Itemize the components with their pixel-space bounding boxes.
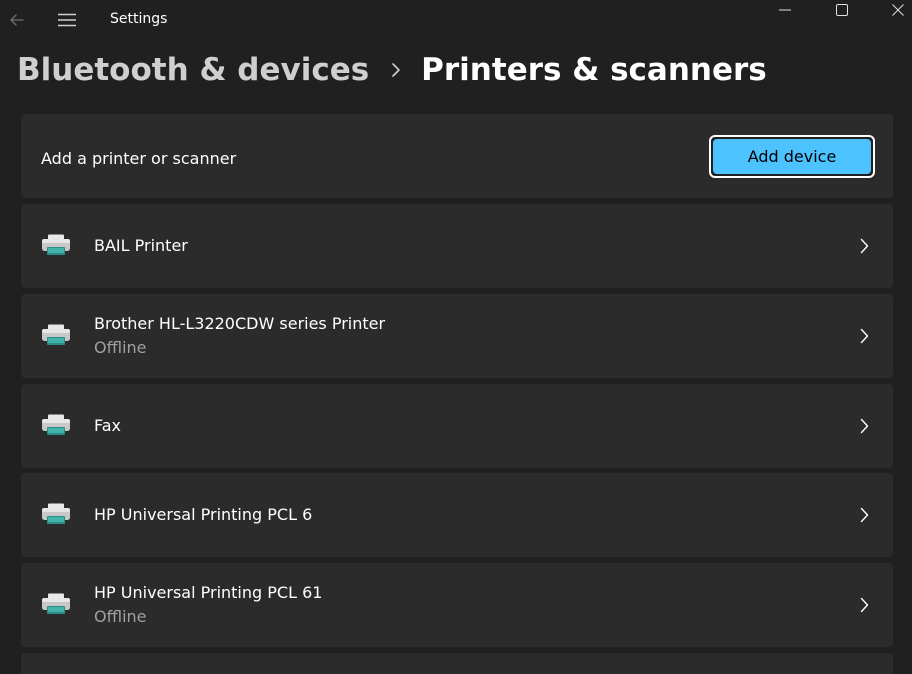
printer-list-item[interactable]: BAIL Printer bbox=[21, 204, 893, 288]
printer-status: Offline bbox=[94, 338, 147, 357]
printer-text: HP Universal Printing PCL 6 bbox=[94, 473, 312, 557]
chevron-right-icon bbox=[857, 597, 871, 613]
add-device-button-label: Add device bbox=[713, 139, 871, 174]
printer-list-item[interactable]: HP Universal Printing PCL 61 Offline bbox=[21, 563, 893, 647]
maximize-icon bbox=[836, 4, 848, 16]
chevron-right-icon bbox=[857, 507, 871, 523]
add-device-button[interactable]: Add device bbox=[709, 135, 875, 178]
hamburger-menu-icon bbox=[58, 13, 76, 27]
breadcrumb-parent-link[interactable]: Bluetooth & devices bbox=[17, 52, 369, 88]
back-arrow-icon bbox=[10, 14, 24, 26]
window-title: Settings bbox=[110, 11, 168, 27]
chevron-right-icon bbox=[857, 238, 871, 254]
printer-text: Fax bbox=[94, 384, 121, 468]
printer-list-item[interactable]: Fax bbox=[21, 384, 893, 468]
breadcrumb: Bluetooth & devices Printers & scanners bbox=[17, 48, 767, 92]
chevron-right-icon bbox=[857, 418, 871, 434]
breadcrumb-chevron-icon bbox=[391, 62, 401, 78]
printer-name: HP Universal Printing PCL 6 bbox=[94, 505, 313, 524]
printer-name: Brother HL-L3220CDW series Printer bbox=[94, 314, 386, 333]
minimize-button[interactable] bbox=[765, 0, 805, 20]
close-button[interactable] bbox=[878, 0, 912, 20]
printer-name: Fax bbox=[94, 416, 122, 435]
add-printer-card: Add a printer or scanner Add device bbox=[21, 114, 893, 198]
printer-icon bbox=[42, 503, 70, 524]
add-printer-label: Add a printer or scanner bbox=[41, 149, 237, 168]
printer-icon bbox=[42, 414, 70, 435]
printer-list-item-partial[interactable] bbox=[21, 653, 893, 674]
back-button[interactable] bbox=[4, 6, 30, 34]
printer-name: BAIL Printer bbox=[94, 236, 188, 255]
printer-list-item[interactable]: Brother HL-L3220CDW series Printer Offli… bbox=[21, 294, 893, 378]
printer-icon bbox=[42, 234, 70, 255]
printer-list-item[interactable]: HP Universal Printing PCL 6 bbox=[21, 473, 893, 557]
page-title: Printers & scanners bbox=[421, 52, 767, 88]
maximize-button[interactable] bbox=[822, 0, 862, 20]
minimize-icon bbox=[779, 9, 791, 11]
printer-status: Offline bbox=[94, 607, 147, 626]
chevron-right-icon bbox=[857, 328, 871, 344]
printer-text: Brother HL-L3220CDW series Printer Offli… bbox=[94, 294, 385, 378]
printer-icon bbox=[42, 593, 70, 614]
navigation-menu-button[interactable] bbox=[54, 6, 80, 34]
printer-text: BAIL Printer bbox=[94, 204, 188, 288]
printer-text: HP Universal Printing PCL 61 Offline bbox=[94, 563, 322, 647]
printer-icon bbox=[42, 324, 70, 345]
printer-name: HP Universal Printing PCL 61 bbox=[94, 583, 323, 602]
title-bar: Settings bbox=[0, 0, 912, 40]
close-icon bbox=[892, 4, 904, 16]
